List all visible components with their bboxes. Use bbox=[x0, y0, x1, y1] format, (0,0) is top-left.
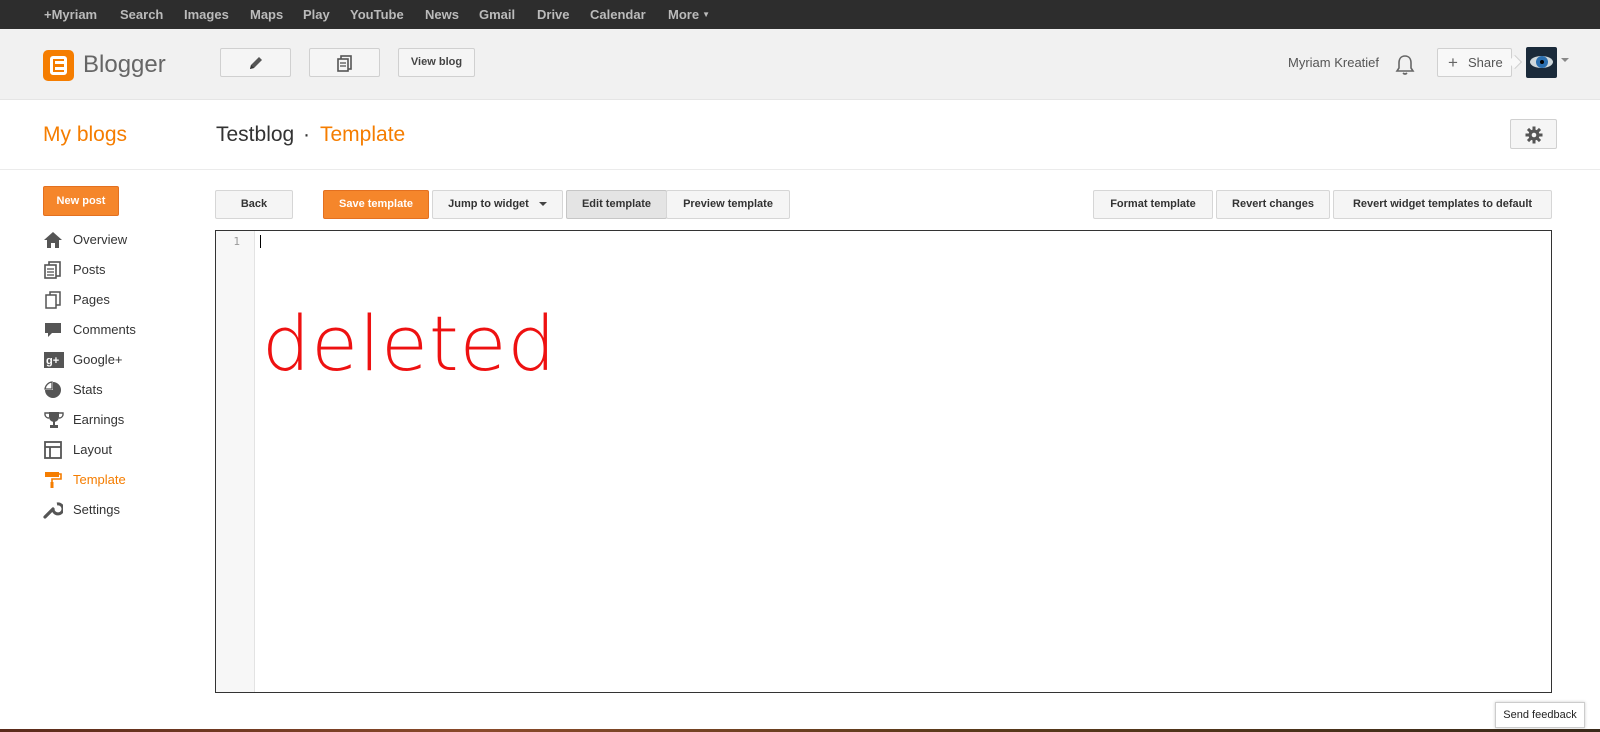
sidebar-item-label: Settings bbox=[73, 502, 120, 517]
preview-template-tab[interactable]: Preview template bbox=[666, 190, 790, 219]
sidebar-item-template[interactable]: Template bbox=[43, 469, 193, 493]
sidebar-item-overview[interactable]: Overview bbox=[43, 229, 193, 253]
sidebar-item-label: Posts bbox=[73, 262, 106, 277]
gbar-maps-link[interactable]: Maps bbox=[250, 0, 283, 29]
svg-text:g+: g+ bbox=[46, 355, 59, 367]
settings-gear-button[interactable] bbox=[1510, 119, 1557, 149]
sidebar-item-settings[interactable]: Settings bbox=[43, 499, 193, 523]
sidebar-item-label: Google+ bbox=[73, 352, 123, 367]
sidebar-item-label: Pages bbox=[73, 292, 110, 307]
gear-icon bbox=[1525, 126, 1543, 144]
gbar-drive-link[interactable]: Drive bbox=[537, 0, 570, 29]
google-plus-icon: g+ bbox=[44, 352, 64, 368]
jump-to-widget-dropdown[interactable]: Jump to widget bbox=[432, 190, 563, 219]
posts-icon bbox=[44, 261, 61, 279]
layout-icon bbox=[44, 441, 62, 459]
pie-chart-icon bbox=[44, 381, 61, 398]
gbar-youtube-link[interactable]: YouTube bbox=[350, 0, 404, 29]
wrench-icon bbox=[43, 502, 63, 519]
plus-icon: + bbox=[1448, 53, 1458, 72]
line-number: 1 bbox=[233, 235, 240, 248]
blog-name: Testblog bbox=[216, 123, 295, 146]
sidebar-item-label: Overview bbox=[73, 232, 128, 247]
posts-list-button[interactable] bbox=[309, 48, 380, 77]
blogger-header: Blogger View blog Myriam Kreatief + Shar… bbox=[0, 29, 1600, 100]
gbar-calendar-link[interactable]: Calendar bbox=[590, 0, 646, 29]
chevron-down-icon[interactable] bbox=[1561, 58, 1569, 62]
gbar-news-link[interactable]: News bbox=[425, 0, 459, 29]
sidebar-item-label: Template bbox=[73, 472, 126, 487]
avatar[interactable] bbox=[1526, 47, 1557, 78]
line-number-gutter: 1 bbox=[216, 231, 255, 692]
pencil-icon bbox=[249, 56, 262, 69]
new-post-button[interactable]: New post bbox=[43, 186, 119, 216]
sidebar-item-stats[interactable]: Stats bbox=[43, 379, 193, 403]
chevron-down-icon: ▼ bbox=[702, 10, 710, 19]
title-row: My blogs Testblog · Template bbox=[0, 100, 1600, 170]
text-cursor bbox=[260, 235, 261, 248]
sidebar-item-posts[interactable]: Posts bbox=[43, 259, 193, 283]
deleted-overlay-text: deleted bbox=[262, 299, 557, 388]
sidebar-item-pages[interactable]: Pages bbox=[43, 289, 193, 313]
comment-icon bbox=[45, 323, 61, 337]
home-icon bbox=[44, 232, 62, 248]
sidebar-item-google-plus[interactable]: g+ Google+ bbox=[43, 349, 193, 373]
share-label: Share bbox=[1468, 55, 1503, 70]
paint-roller-icon bbox=[45, 472, 62, 488]
sidebar-item-label: Layout bbox=[73, 442, 113, 457]
blogger-logo-text[interactable]: Blogger bbox=[83, 50, 166, 80]
sidebar-item-comments[interactable]: Comments bbox=[43, 319, 193, 343]
sidebar-item-label: Stats bbox=[73, 382, 103, 397]
pages-icon bbox=[45, 291, 61, 309]
user-name[interactable]: Myriam Kreatief bbox=[1288, 55, 1379, 71]
title-separator: · bbox=[303, 123, 310, 146]
view-blog-button[interactable]: View blog bbox=[398, 48, 475, 77]
format-template-button[interactable]: Format template bbox=[1093, 190, 1213, 219]
blogger-logo-icon[interactable] bbox=[43, 50, 74, 81]
chevron-down-icon bbox=[538, 202, 547, 206]
sidebar-item-layout[interactable]: Layout bbox=[43, 439, 193, 463]
template-code-editor[interactable]: 1 deleted bbox=[215, 230, 1552, 693]
google-bar: +Myriam Search Images Maps Play YouTube … bbox=[0, 0, 1600, 29]
gbar-gmail-link[interactable]: Gmail bbox=[479, 0, 515, 29]
sidebar-item-label: Earnings bbox=[73, 412, 125, 427]
gbar-search-link[interactable]: Search bbox=[120, 0, 163, 29]
revert-widget-templates-button[interactable]: Revert widget templates to default bbox=[1333, 190, 1552, 219]
send-feedback-button[interactable]: Send feedback bbox=[1495, 702, 1585, 728]
posts-icon bbox=[336, 54, 352, 72]
gbar-more-label: More bbox=[668, 7, 700, 22]
gbar-play-link[interactable]: Play bbox=[303, 0, 330, 29]
save-template-button[interactable]: Save template bbox=[323, 190, 429, 219]
my-blogs-link[interactable]: My blogs bbox=[43, 122, 127, 148]
jump-to-widget-label: Jump to widget bbox=[448, 198, 529, 210]
trophy-icon bbox=[44, 412, 64, 428]
revert-changes-button[interactable]: Revert changes bbox=[1216, 190, 1330, 219]
back-button[interactable]: Back bbox=[215, 190, 293, 219]
share-button[interactable]: + Share bbox=[1437, 48, 1512, 77]
sidebar-item-earnings[interactable]: Earnings bbox=[43, 409, 193, 433]
sidebar-item-label: Comments bbox=[73, 322, 136, 337]
gbar-profile-link[interactable]: +Myriam bbox=[44, 0, 97, 29]
new-post-pencil-button[interactable] bbox=[220, 48, 291, 77]
edit-template-tab[interactable]: Edit template bbox=[566, 190, 667, 219]
gbar-more-menu[interactable]: More ▼ bbox=[668, 0, 710, 29]
notifications-bell-icon[interactable] bbox=[1395, 54, 1415, 76]
gbar-images-link[interactable]: Images bbox=[184, 0, 229, 29]
page-title: Template bbox=[320, 123, 406, 146]
